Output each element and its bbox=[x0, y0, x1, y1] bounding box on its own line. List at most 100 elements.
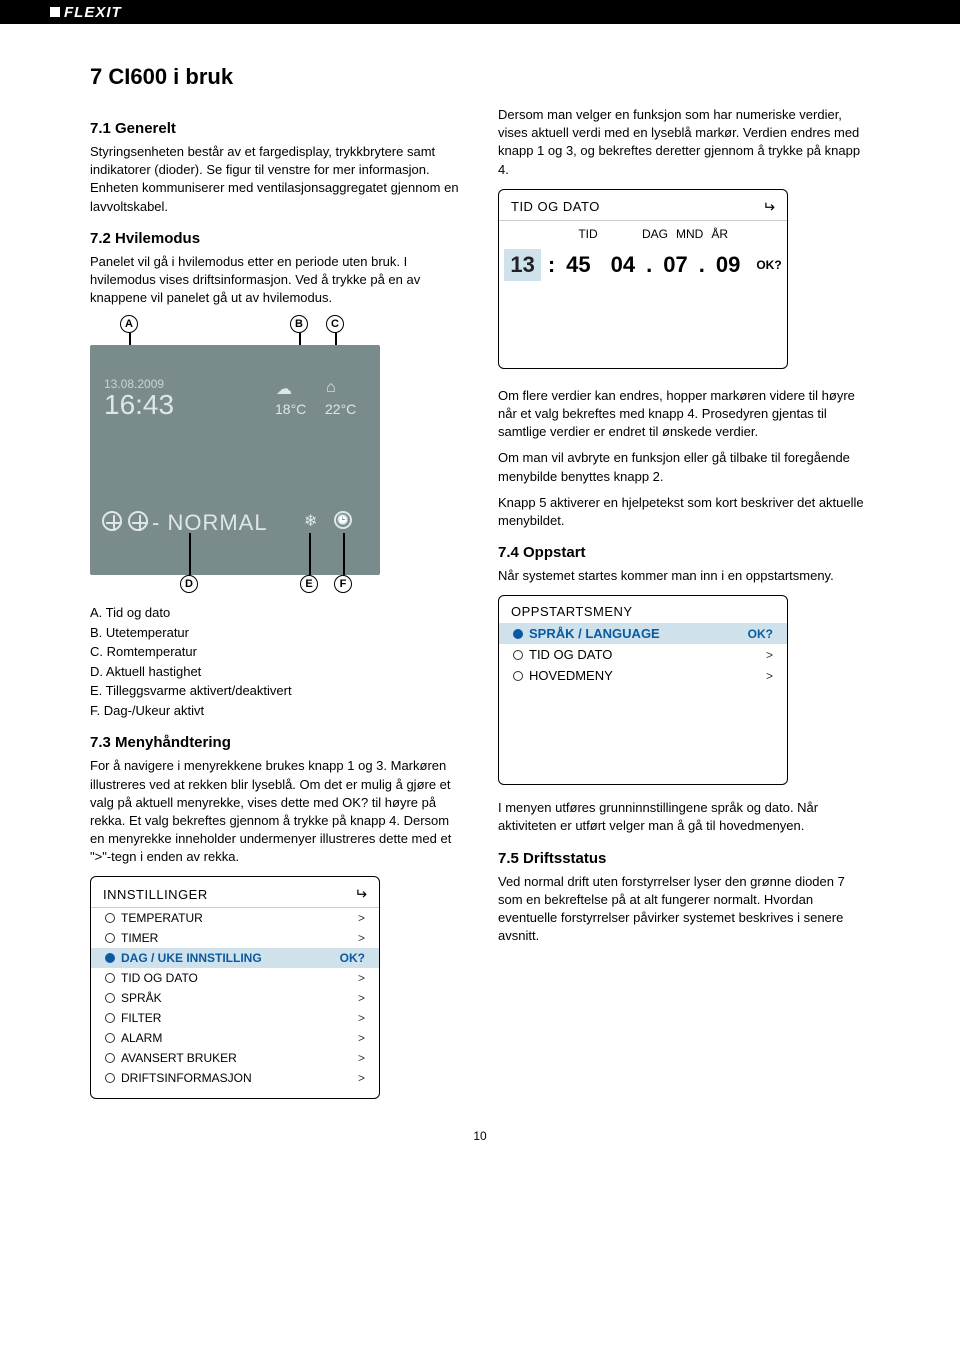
back-icon: ↵ bbox=[354, 885, 367, 903]
section-7-4-heading: 7.4 Oppstart bbox=[498, 544, 870, 561]
radio-icon bbox=[105, 913, 115, 923]
weather-icon: ☁ bbox=[276, 379, 292, 399]
radio-icon bbox=[513, 629, 523, 639]
radio-icon bbox=[105, 933, 115, 943]
section-7-1-body: Styringsenheten består av et fargedispla… bbox=[90, 143, 462, 216]
settings-row-label: FILTER bbox=[121, 1011, 358, 1025]
chevron-icon: > bbox=[358, 1051, 365, 1065]
section-7-4-body: Når systemet startes kommer man inn i en… bbox=[498, 567, 870, 585]
display-mode: - NORMAL bbox=[152, 510, 268, 536]
ar-col-header: ÅR bbox=[711, 227, 728, 241]
year-value[interactable]: 09 bbox=[712, 249, 744, 281]
settings-row[interactable]: DAG / UKE INNSTILLINGOK? bbox=[91, 948, 379, 968]
settings-panel: INNSTILLINGER ↵ TEMPERATUR>TIMER>DAG / U… bbox=[90, 876, 380, 1099]
right-intro: Dersom man velger en funksjon som har nu… bbox=[498, 106, 870, 179]
device-display: 13.08.2009 16:43 ☁ ⌂ 18°C 22°C - NORMAL … bbox=[90, 345, 380, 575]
day-value[interactable]: 04 bbox=[607, 249, 639, 281]
radio-icon bbox=[105, 1033, 115, 1043]
startup-row[interactable]: TID OG DATO> bbox=[499, 644, 787, 665]
settings-row[interactable]: DRIFTSINFORMASJON> bbox=[91, 1068, 379, 1088]
radio-icon bbox=[105, 1053, 115, 1063]
section-7-5-body: Ved normal drift uten forstyrrelser lyse… bbox=[498, 873, 870, 946]
settings-row-label: SPRÅK bbox=[121, 991, 358, 1005]
section-7-1-heading: 7.1 Generelt bbox=[90, 120, 462, 137]
settings-row-label: ALARM bbox=[121, 1031, 358, 1045]
startup-row[interactable]: HOVEDMENY> bbox=[499, 665, 787, 686]
chevron-icon: > bbox=[358, 911, 365, 925]
right-p4: Knapp 5 aktiverer en hjelpetekst som kor… bbox=[498, 494, 870, 530]
startup-panel-title: OPPSTARTSMENY bbox=[511, 604, 633, 619]
chevron-icon: > bbox=[358, 971, 365, 985]
page-heading: 7 CI600 i bruk bbox=[90, 64, 870, 90]
minute-value[interactable]: 45 bbox=[562, 249, 594, 281]
snowflake-icon: ❄ bbox=[304, 511, 317, 531]
time-date-title: TID OG DATO bbox=[511, 199, 600, 214]
settings-row-label: TID OG DATO bbox=[121, 971, 358, 985]
radio-icon bbox=[105, 993, 115, 1003]
callout-a: A bbox=[120, 315, 138, 333]
settings-panel-title: INNSTILLINGER bbox=[103, 887, 208, 902]
page-number: 10 bbox=[90, 1129, 870, 1143]
radio-icon bbox=[105, 1073, 115, 1083]
section-7-3-heading: 7.3 Menyhåndtering bbox=[90, 734, 462, 751]
startup-row-label: TID OG DATO bbox=[529, 647, 766, 662]
brand-header: FLEXIT bbox=[0, 0, 960, 24]
settings-row[interactable]: TIMER> bbox=[91, 928, 379, 948]
settings-row[interactable]: FILTER> bbox=[91, 1008, 379, 1028]
chevron-icon: > bbox=[358, 1071, 365, 1085]
callout-b: B bbox=[290, 315, 308, 333]
callout-d: D bbox=[180, 575, 198, 593]
settings-row-label: DAG / UKE INNSTILLING bbox=[121, 951, 340, 965]
time-date-panel: TID OG DATO ↵ TID DAG MND ÅR 13 : 45 bbox=[498, 189, 788, 369]
display-out-temp: 18°C bbox=[275, 401, 306, 417]
callout-e: E bbox=[300, 575, 318, 593]
settings-row-label: AVANSERT BRUKER bbox=[121, 1051, 358, 1065]
startup-panel: OPPSTARTSMENY SPRÅK / LANGUAGEOK?TID OG … bbox=[498, 595, 788, 785]
radio-icon bbox=[513, 671, 523, 681]
startup-row-label: HOVEDMENY bbox=[529, 668, 766, 683]
fan-icon bbox=[102, 511, 122, 531]
back-icon: ↵ bbox=[762, 198, 775, 216]
section-7-2-body: Panelet vil gå i hvilemodus etter en per… bbox=[90, 253, 462, 308]
dag-col-header: DAG bbox=[642, 227, 668, 241]
section-7-3-body: For å navigere i menyrekkene brukes knap… bbox=[90, 757, 462, 866]
settings-row[interactable]: AVANSERT BRUKER> bbox=[91, 1048, 379, 1068]
display-legend: A. Tid og dato B. Utetemperatur C. Romte… bbox=[90, 603, 462, 720]
section-7-5-heading: 7.5 Driftsstatus bbox=[498, 850, 870, 867]
settings-row[interactable]: TEMPERATUR> bbox=[91, 908, 379, 928]
chevron-icon: > bbox=[358, 931, 365, 945]
right-p2: Om flere verdier kan endres, hopper mark… bbox=[498, 387, 870, 442]
tid-col-header: TID bbox=[558, 227, 618, 241]
mnd-col-header: MND bbox=[676, 227, 703, 241]
chevron-icon: OK? bbox=[340, 951, 365, 965]
ok-prompt: OK? bbox=[756, 258, 781, 272]
radio-icon bbox=[105, 1013, 115, 1023]
chevron-icon: > bbox=[766, 648, 773, 662]
settings-row-label: TIMER bbox=[121, 931, 358, 945]
settings-row-label: TEMPERATUR bbox=[121, 911, 358, 925]
fan-icon bbox=[128, 511, 148, 531]
radio-icon bbox=[513, 650, 523, 660]
radio-icon bbox=[105, 973, 115, 983]
settings-row[interactable]: TID OG DATO> bbox=[91, 968, 379, 988]
chevron-icon: > bbox=[358, 1011, 365, 1025]
settings-row[interactable]: ALARM> bbox=[91, 1028, 379, 1048]
settings-row-label: DRIFTSINFORMASJON bbox=[121, 1071, 358, 1085]
house-icon: ⌂ bbox=[326, 379, 336, 397]
chevron-icon: > bbox=[766, 669, 773, 683]
right-p3: Om man vil avbryte en funksjon eller gå … bbox=[498, 449, 870, 485]
display-time: 16:43 bbox=[104, 389, 174, 421]
callout-c: C bbox=[326, 315, 344, 333]
startup-row-label: SPRÅK / LANGUAGE bbox=[529, 626, 748, 641]
startup-row[interactable]: SPRÅK / LANGUAGEOK? bbox=[499, 623, 787, 644]
section-7-2-heading: 7.2 Hvilemodus bbox=[90, 230, 462, 247]
callout-f: F bbox=[334, 575, 352, 593]
settings-row[interactable]: SPRÅK> bbox=[91, 988, 379, 1008]
display-room-temp: 22°C bbox=[325, 401, 356, 417]
radio-icon bbox=[105, 953, 115, 963]
chevron-icon: > bbox=[358, 1031, 365, 1045]
month-value[interactable]: 07 bbox=[659, 249, 691, 281]
hour-value[interactable]: 13 bbox=[504, 249, 540, 281]
chevron-icon: OK? bbox=[748, 627, 773, 641]
chevron-icon: > bbox=[358, 991, 365, 1005]
